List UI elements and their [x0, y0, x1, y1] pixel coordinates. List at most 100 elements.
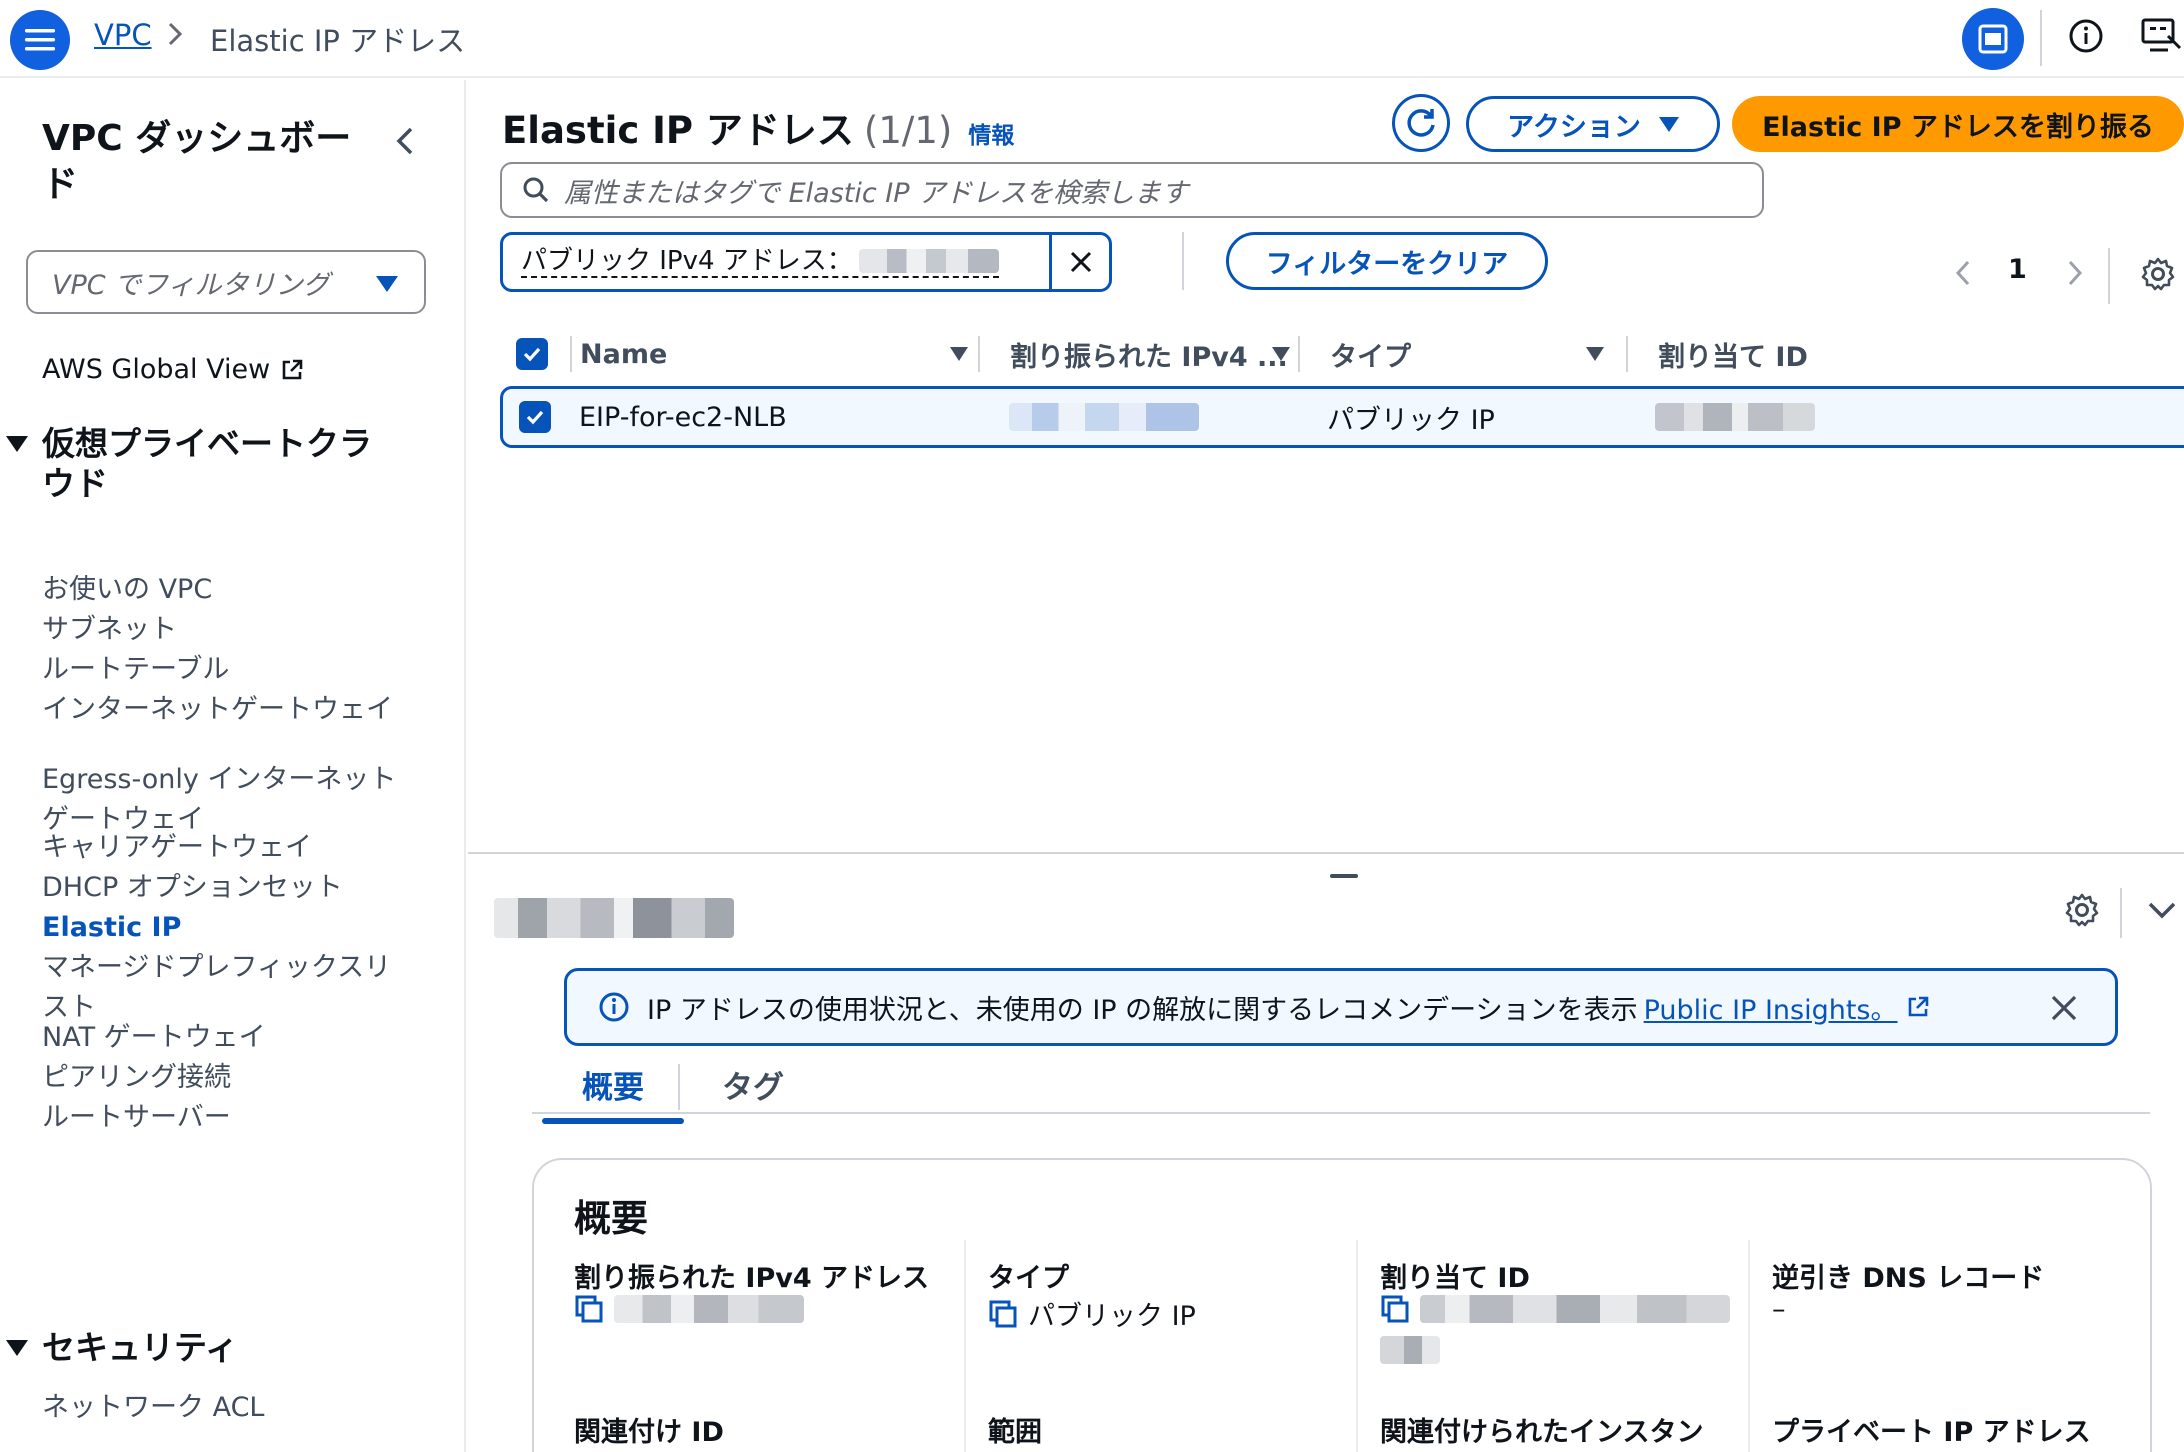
- field-label-scope: 範囲: [988, 1417, 1042, 1448]
- breadcrumb-current: Elastic IP アドレス: [210, 24, 466, 58]
- sidebar-item-global-view[interactable]: AWS Global View: [42, 350, 304, 390]
- hamburger-menu-icon[interactable]: [10, 10, 70, 70]
- previous-page-icon[interactable]: [1952, 258, 1974, 292]
- column-header-allocation-id[interactable]: 割り当て ID: [1658, 324, 1858, 384]
- redacted-ip-title: [494, 898, 734, 938]
- sidebar-item-your-vpcs[interactable]: お使いの VPC: [42, 570, 402, 610]
- actions-dropdown-button[interactable]: アクション: [1466, 96, 1720, 152]
- select-all-checkbox[interactable]: [516, 324, 548, 384]
- sidebar-item-carrier-gateways[interactable]: キャリアゲートウェイ: [42, 828, 402, 868]
- sidebar-section-vpc[interactable]: 仮想プライベートクラウド: [4, 424, 424, 504]
- sidebar-item-nat-gateways[interactable]: NAT ゲートウェイ: [42, 1018, 402, 1058]
- column-divider: [964, 1240, 966, 1452]
- detail-panel-title: [494, 898, 734, 942]
- vpc-filter-placeholder: VPC でフィルタリング: [52, 269, 330, 301]
- page-title-text: Elastic IP アドレス: [502, 109, 854, 152]
- search-placeholder: 属性またはタグで Elastic IP アドレスを検索します: [564, 177, 1189, 209]
- checkbox-checked-icon: [519, 401, 551, 433]
- sidebar-item-managed-prefix-lists[interactable]: マネージドプレフィックスリスト: [42, 948, 402, 1028]
- row-checkbox[interactable]: [519, 389, 551, 445]
- table-row[interactable]: EIP-for-ec2-NLB パブリック IP: [500, 386, 2184, 448]
- field-value-type-text: パブリック IP: [1028, 1301, 1196, 1332]
- column-divider: [1626, 336, 1628, 372]
- drag-handle-icon[interactable]: [1330, 874, 1358, 878]
- copy-icon[interactable]: [574, 1294, 604, 1324]
- clear-filters-button[interactable]: フィルターをクリア: [1226, 232, 1548, 290]
- sidebar-item-elastic-ip[interactable]: Elastic IP: [42, 908, 402, 948]
- tab-divider: [678, 1064, 680, 1110]
- column-header-label: 割り当て ID: [1658, 341, 1808, 373]
- toolbar-divider: [2040, 10, 2042, 66]
- column-divider: [570, 336, 572, 372]
- split-pane-divider[interactable]: [468, 852, 2184, 854]
- field-value-reverse-dns: –: [1772, 1294, 1786, 1325]
- sidebar-item-route-servers[interactable]: ルートサーバー: [42, 1098, 402, 1138]
- sidebar-item-route-tables[interactable]: ルートテーブル: [42, 650, 402, 690]
- sort-icon: [1586, 347, 1604, 361]
- next-page-icon[interactable]: [2064, 258, 2086, 292]
- column-header-name[interactable]: Name: [580, 324, 970, 384]
- breadcrumb-vpc-link[interactable]: VPC: [94, 18, 152, 52]
- dismiss-notice-close-icon[interactable]: [2049, 993, 2079, 1030]
- redacted-allocation-id: [1380, 1336, 1440, 1364]
- table-header: Name 割り振られた IPv4 ... タイプ 割り当て ID: [500, 324, 2184, 384]
- column-divider: [978, 336, 980, 372]
- breadcrumb-separator-icon: [166, 20, 184, 52]
- selection-count: (1/1): [863, 109, 953, 152]
- page-number[interactable]: 1: [2008, 254, 2027, 285]
- detail-toolbar-divider: [2120, 888, 2122, 938]
- panel-layout-icon[interactable]: [1962, 8, 2024, 70]
- field-label-allocated-ipv4: 割り振られた IPv4 アドレス: [574, 1263, 930, 1294]
- column-divider: [1298, 336, 1300, 372]
- sidebar-item-label: AWS Global View: [42, 354, 271, 385]
- checkbox-checked-icon: [516, 338, 548, 370]
- vpc-filter-select[interactable]: VPC でフィルタリング: [26, 250, 426, 314]
- column-header-type[interactable]: タイプ: [1330, 324, 1620, 384]
- collapse-panel-chevron-down-icon[interactable]: [2146, 898, 2178, 926]
- column-header-label: タイプ: [1330, 341, 1411, 373]
- sort-icon: [950, 347, 968, 361]
- sidebar-section-security[interactable]: セキュリティ: [4, 1328, 238, 1368]
- tab-overview[interactable]: 概要: [542, 1062, 684, 1124]
- sidebar-item-peering-connections[interactable]: ピアリング接続: [42, 1058, 402, 1098]
- sidebar-item-subnets[interactable]: サブネット: [42, 610, 402, 650]
- copy-icon[interactable]: [988, 1299, 1018, 1329]
- allocate-elastic-ip-button[interactable]: Elastic IP アドレスを割り振る: [1732, 96, 2184, 152]
- public-ip-insights-link[interactable]: Public IP Insights。: [1644, 988, 1930, 1027]
- sidebar-item-internet-gateways[interactable]: インターネットゲートウェイ: [42, 690, 402, 730]
- redacted-ip-value: [1009, 403, 1199, 431]
- info-icon[interactable]: [2066, 16, 2106, 60]
- feedback-icon[interactable]: [2140, 16, 2184, 60]
- refresh-icon: [1407, 109, 1435, 137]
- caret-down-icon: [6, 1340, 28, 1356]
- field-label-associated-instance: 関連付けられたインスタン: [1380, 1417, 1704, 1448]
- filter-token-text[interactable]: パブリック IPv4 アドレス：: [503, 235, 1049, 289]
- caret-down-icon: [376, 276, 398, 292]
- sidebar-section-label: セキュリティ: [42, 1328, 239, 1367]
- column-header-allocated-ipv4[interactable]: 割り振られた IPv4 ...: [1010, 324, 1290, 384]
- caret-down-icon: [6, 436, 28, 452]
- copy-icon[interactable]: [1380, 1294, 1410, 1324]
- detail-settings-gear-icon[interactable]: [2064, 892, 2100, 932]
- overview-card-title: 概要: [574, 1197, 648, 1240]
- collapse-sidebar-icon[interactable]: [392, 124, 418, 162]
- remove-filter-button[interactable]: [1049, 235, 1109, 289]
- column-divider: [1356, 1240, 1358, 1452]
- info-link[interactable]: 情報: [968, 116, 1014, 150]
- table-settings-gear-icon[interactable]: [2140, 256, 2176, 296]
- row-type-cell: パブリック IP: [1327, 404, 1495, 436]
- row-ipv4-cell[interactable]: [1009, 389, 1199, 445]
- notice-text: IP アドレスの使用状況と、未使用の IP の解放に関するレコメンデーションを表…: [647, 994, 1638, 1026]
- field-value-allocation-id-wrap: [1380, 1336, 1440, 1364]
- column-header-label: 割り振られた IPv4 ...: [1010, 341, 1288, 373]
- field-label-allocation-id: 割り当て ID: [1380, 1263, 1530, 1294]
- row-allocation-id-cell: [1655, 389, 1815, 445]
- search-input[interactable]: 属性またはタグで Elastic IP アドレスを検索します: [500, 162, 1764, 218]
- field-label-reverse-dns: 逆引き DNS レコード: [1772, 1263, 2045, 1294]
- refresh-button[interactable]: [1392, 94, 1450, 152]
- sidebar-item-network-acls[interactable]: ネットワーク ACL: [42, 1388, 402, 1428]
- column-divider: [1748, 1240, 1750, 1452]
- filter-token: パブリック IPv4 アドレス：: [500, 232, 1112, 292]
- sidebar-item-dhcp-option-sets[interactable]: DHCP オプションセット: [42, 868, 402, 908]
- tab-tags[interactable]: タグ: [722, 1062, 784, 1112]
